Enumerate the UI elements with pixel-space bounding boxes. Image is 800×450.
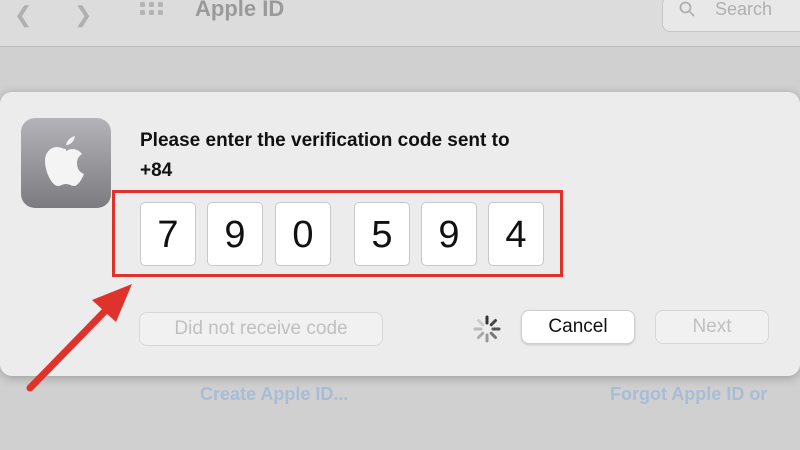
red-arrow-icon xyxy=(26,284,132,392)
